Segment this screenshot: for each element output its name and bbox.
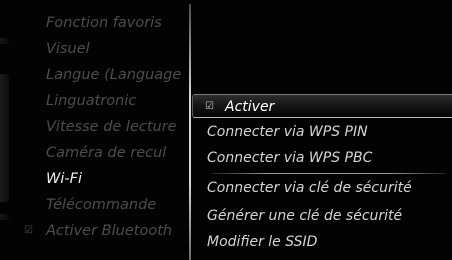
- submenu-item-activer[interactable]: ☑ Activer: [192, 94, 452, 118]
- submenu-item-modifier-ssid[interactable]: Modifier le SSID: [192, 230, 452, 254]
- panel-divider: [189, 4, 191, 260]
- menu-item-langue[interactable]: Langue (Language: [20, 62, 187, 88]
- submenu-item-label: Modifier le SSID: [207, 234, 318, 250]
- submenu-item-label: Connecter via WPS PIN: [207, 124, 368, 140]
- menu-item-linguatronic[interactable]: Linguatronic: [20, 88, 187, 114]
- comand-settings-screen: Fonction favoris Visuel Langue (Language…: [0, 0, 452, 260]
- menu-item-fonction-favoris[interactable]: Fonction favoris: [20, 10, 187, 36]
- menu-item-label: Activer Bluetooth: [46, 223, 173, 239]
- menu-item-wifi[interactable]: Wi-Fi: [20, 166, 187, 192]
- menu-item-vitesse-de-lecture[interactable]: Vitesse de lecture: [20, 114, 187, 140]
- submenu-item-wps-pin[interactable]: Connecter via WPS PIN: [192, 120, 452, 144]
- submenu-item-label: Générer une clé de sécurité: [207, 208, 403, 224]
- submenu-item-label: Connecter via clé de sécurité: [207, 180, 412, 196]
- submenu-item-wps-pbc[interactable]: Connecter via WPS PBC: [192, 146, 452, 170]
- menu-item-activer-bluetooth[interactable]: ☑ Activer Bluetooth: [20, 218, 187, 244]
- scroll-edge-tab-middle: [0, 74, 9, 202]
- menu-item-label: Linguatronic: [46, 93, 137, 109]
- menu-item-label: Caméra de recul: [46, 145, 167, 161]
- menu-item-label: Wi-Fi: [46, 171, 82, 187]
- scroll-edge-tab-top: [0, 38, 9, 44]
- checkbox-icon: ☑: [24, 225, 33, 236]
- menu-item-label: Télécommande: [46, 197, 157, 213]
- submenu-separator: [212, 173, 446, 174]
- submenu-item-generer-cle[interactable]: Générer une clé de sécurité: [192, 204, 452, 228]
- menu-item-label: Visuel: [46, 41, 90, 57]
- menu-item-camera-de-recul[interactable]: Caméra de recul: [20, 140, 187, 166]
- settings-menu: Fonction favoris Visuel Langue (Language…: [20, 0, 187, 260]
- menu-item-label: Langue (Language: [46, 67, 182, 83]
- wifi-submenu: ☑ Activer Connecter via WPS PIN Connecte…: [192, 0, 452, 260]
- menu-item-label: Fonction favoris: [46, 15, 162, 31]
- menu-item-label: Vitesse de lecture: [46, 119, 177, 135]
- menu-item-telecommande[interactable]: Télécommande: [20, 192, 187, 218]
- scroll-edge-tab-bottom: [0, 214, 9, 220]
- submenu-item-label: Activer: [225, 99, 275, 115]
- checkbox-icon: ☑: [205, 101, 214, 112]
- menu-item-visuel[interactable]: Visuel: [20, 36, 187, 62]
- submenu-item-cle-de-securite[interactable]: Connecter via clé de sécurité: [192, 176, 452, 200]
- submenu-item-label: Connecter via WPS PBC: [207, 150, 373, 166]
